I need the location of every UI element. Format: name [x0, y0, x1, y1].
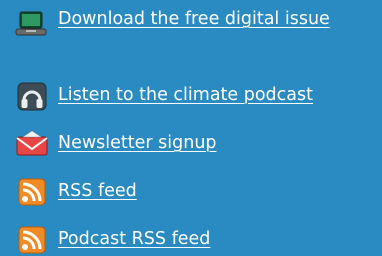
podcast-rss-feed-item: Podcast RSS feed: [14, 226, 210, 256]
download-digital-issue-item: Download the free digital issue: [14, 6, 358, 40]
newsletter-signup-item: Newsletter signup: [14, 130, 217, 160]
podcast-rss-feed-link[interactable]: Podcast RSS feed: [58, 226, 210, 252]
rss-feed-item: RSS feed: [14, 178, 137, 208]
headphones-icon: [14, 82, 50, 112]
download-digital-issue-link[interactable]: Download the free digital issue: [58, 6, 358, 32]
climate-podcast-item: Listen to the climate podcast: [14, 82, 313, 112]
laptop-icon: [14, 10, 50, 40]
rss-feed-link[interactable]: RSS feed: [58, 178, 137, 204]
link-list: Download the free digital issue Listen t…: [0, 0, 382, 256]
climate-podcast-link[interactable]: Listen to the climate podcast: [58, 82, 313, 108]
rss-icon: [14, 226, 50, 256]
rss-icon: [14, 178, 50, 208]
newsletter-signup-link[interactable]: Newsletter signup: [58, 130, 217, 156]
envelope-icon: [14, 130, 50, 160]
